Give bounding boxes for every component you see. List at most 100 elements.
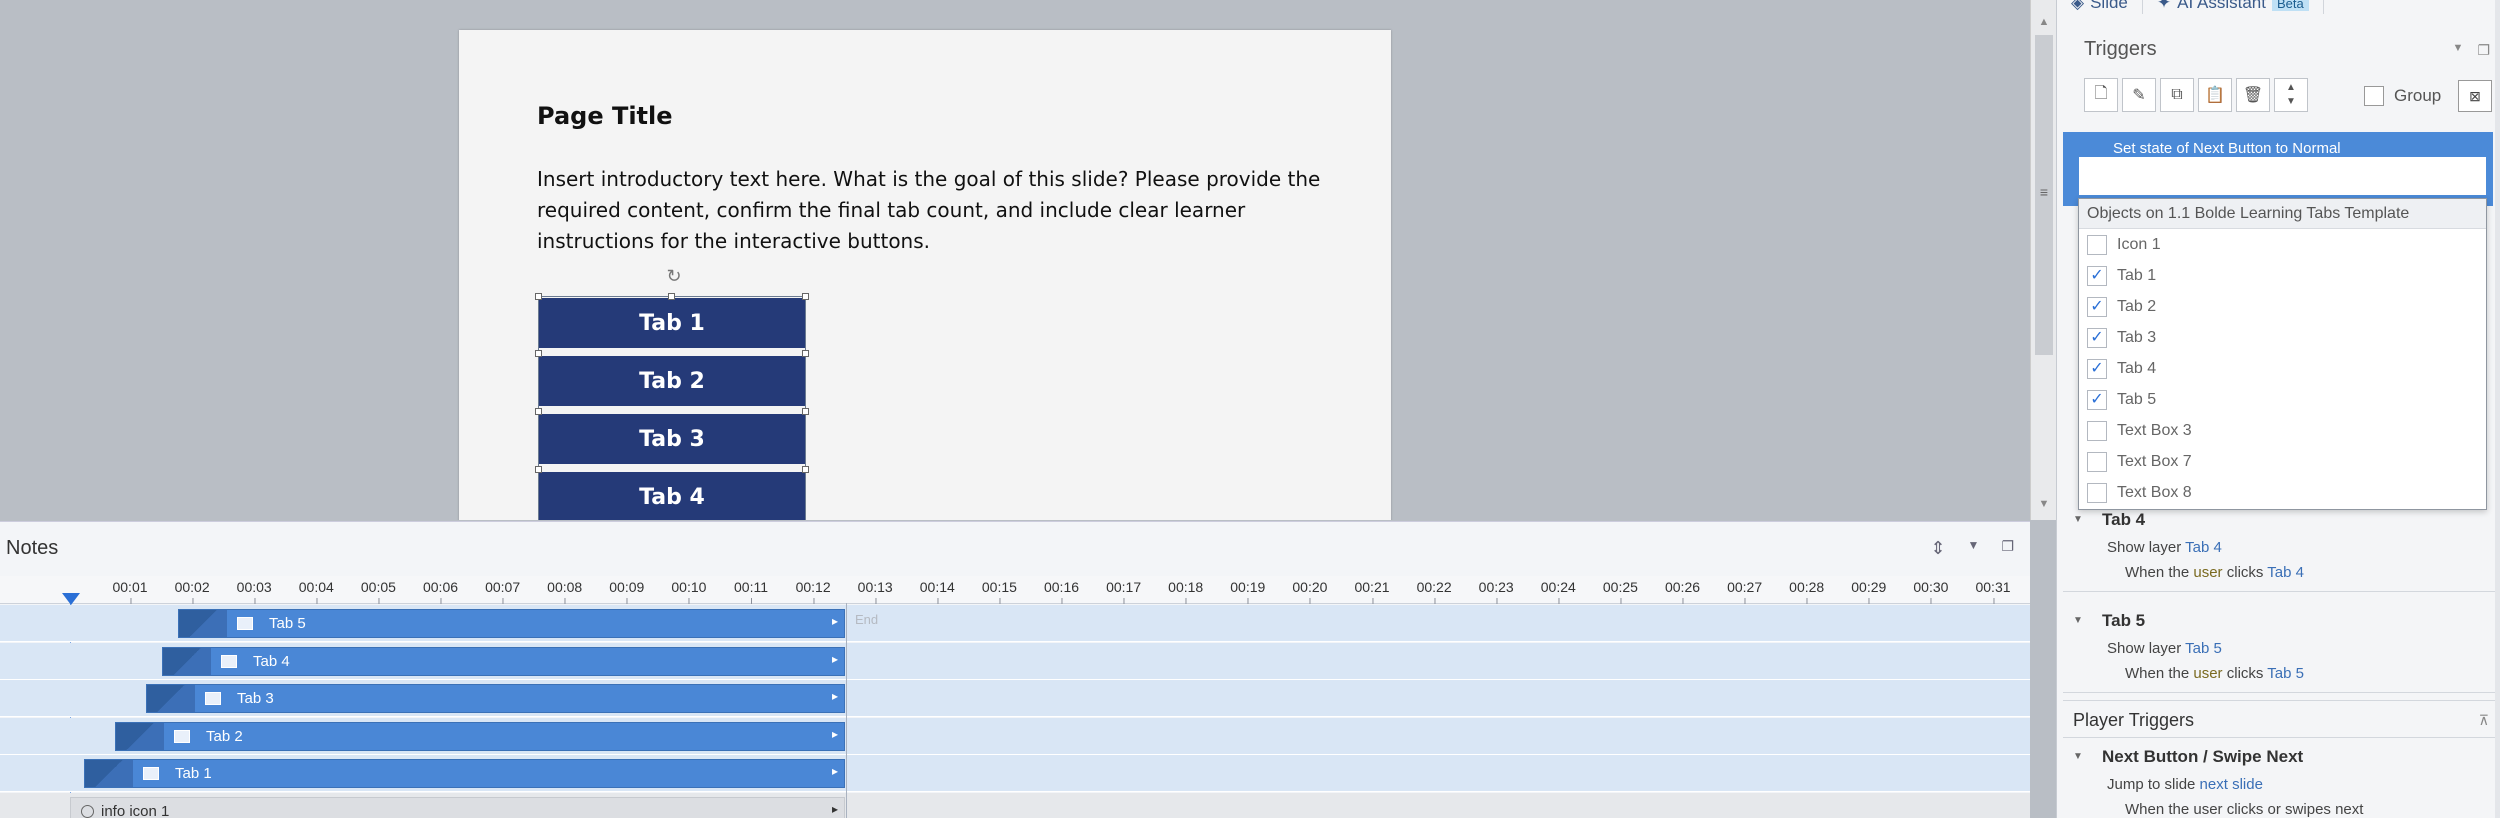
dropdown-item[interactable]: ✓ Tab 3 xyxy=(2079,322,2486,353)
next-section-head[interactable]: ▼ Next Button / Swipe Next xyxy=(2057,742,2500,772)
timeline-row[interactable]: Tab 4 ▸ xyxy=(0,642,2030,680)
timeline-row[interactable]: Tab 5 ▸ xyxy=(0,605,2030,642)
move-down-icon[interactable]: ▼ xyxy=(2286,95,2296,109)
timeline-bar[interactable]: info icon 1 ▸ xyxy=(70,796,845,818)
resize-handle[interactable] xyxy=(535,466,542,473)
dropdown-item[interactable]: Text Box 7 xyxy=(2079,446,2486,477)
timeline-row[interactable]: Tab 2 ▸ xyxy=(0,717,2030,755)
dropdown-item[interactable]: ✓ Tab 5 xyxy=(2079,384,2486,415)
trigger-who-link[interactable]: user xyxy=(2193,665,2222,682)
slide-canvas[interactable]: Page Title Insert introductory text here… xyxy=(459,30,1391,520)
chevron-down-icon[interactable]: ▼ xyxy=(2453,42,2464,59)
trigger-condition[interactable]: When the user clicks Tab 5 xyxy=(2057,661,2500,686)
bar-end-icon[interactable]: ▸ xyxy=(832,727,838,741)
panel-scrollbar[interactable] xyxy=(2495,0,2500,818)
trigger-condition[interactable]: When the user clicks Tab 4 xyxy=(2057,560,2500,585)
chevron-down-icon[interactable]: ▼ xyxy=(1968,538,1980,559)
copy-trigger-button[interactable]: ⧉ xyxy=(2160,78,2194,112)
bar-end-icon[interactable]: ▸ xyxy=(832,614,838,628)
next-trigger-action[interactable]: Jump to slide next slide xyxy=(2057,772,2500,797)
fade-in-icon[interactable] xyxy=(85,760,133,787)
timeline-ruler[interactable]: 00:01 00:02 00:03 00:04 00:05 00:06 00:07 00:08… xyxy=(0,576,2030,604)
tab-ai-assistant[interactable]: ✦ AI Assistant Beta xyxy=(2143,0,2324,14)
trigger-object-link[interactable]: Next Button xyxy=(2193,140,2271,157)
trigger-state-link[interactable]: Normal xyxy=(2292,140,2340,157)
dropdown-item[interactable]: ✓ Tab 2 xyxy=(2079,291,2486,322)
trigger-section-head[interactable]: ▼ Tab 5 xyxy=(2057,606,2500,636)
grip-icon[interactable]: ≡ xyxy=(2031,184,2057,200)
timeline-row[interactable]: info icon 1 ▸ xyxy=(0,792,2030,818)
tab-slide[interactable]: ◈ Slide xyxy=(2057,0,2143,14)
new-trigger-button[interactable]: 🗋 xyxy=(2084,78,2118,112)
object-select-input[interactable] xyxy=(2078,156,2487,196)
paste-trigger-button[interactable]: 📋 xyxy=(2198,78,2232,112)
resize-handle[interactable] xyxy=(668,293,675,300)
checkbox[interactable] xyxy=(2087,482,2107,503)
checkmark-icon[interactable]: ✓ xyxy=(2087,358,2107,379)
dropdown-item[interactable]: Icon 1 xyxy=(2079,229,2486,260)
playhead-icon[interactable] xyxy=(62,593,80,605)
bar-end-icon[interactable]: ▸ xyxy=(832,802,838,816)
maximize-icon[interactable]: ❐ xyxy=(2001,538,2014,559)
dropdown-item[interactable]: Text Box 3 xyxy=(2079,415,2486,446)
timeline-row[interactable]: Tab 3 ▸ xyxy=(0,680,2030,717)
checkmark-icon[interactable]: ✓ xyxy=(2087,389,2107,410)
scroll-down-icon[interactable]: ▼ xyxy=(2031,494,2057,514)
trigger-who-link[interactable]: user xyxy=(2193,564,2222,581)
caret-down-icon[interactable]: ▼ xyxy=(2073,742,2083,772)
dropdown-item[interactable]: Text Box 8 xyxy=(2079,477,2486,508)
trigger-cond-link[interactable]: Tab 4 xyxy=(2267,564,2304,581)
next-action-link[interactable]: next slide xyxy=(2200,776,2263,793)
fade-in-icon[interactable] xyxy=(163,647,211,675)
resize-handle[interactable] xyxy=(535,350,542,357)
checkmark-icon[interactable]: ✓ xyxy=(2087,327,2107,348)
trigger-action-link[interactable]: Tab 4 xyxy=(2185,539,2222,556)
fade-in-icon[interactable] xyxy=(179,610,227,637)
checkbox[interactable] xyxy=(2087,420,2107,441)
tab-button-4[interactable]: Tab 4 xyxy=(539,472,805,520)
notes-title[interactable]: Notes xyxy=(6,537,58,560)
slide-intro-text[interactable]: Insert introductory text here. What is t… xyxy=(537,164,1327,257)
dropdown-item[interactable]: ✓ Tab 1 xyxy=(2079,260,2486,291)
group-checkbox[interactable] xyxy=(2364,86,2384,106)
object-dropdown[interactable]: Objects on 1.1 Bolde Learning Tabs Templ… xyxy=(2078,198,2487,510)
trigger-action-link[interactable]: Tab 5 xyxy=(2185,640,2222,657)
timeline-bar[interactable]: Tab 4 ▸ xyxy=(162,646,845,676)
checkbox[interactable] xyxy=(2087,234,2107,255)
fade-in-icon[interactable] xyxy=(116,722,164,750)
scroll-up-icon[interactable]: ▲ xyxy=(2031,12,2057,32)
resize-handle[interactable] xyxy=(802,466,809,473)
caret-down-icon[interactable]: ▼ xyxy=(2073,606,2083,636)
maximize-icon[interactable]: ❐ xyxy=(2477,42,2490,59)
tab-button-3[interactable]: Tab 3 xyxy=(539,414,805,464)
tab-button-1[interactable]: Tab 1 xyxy=(539,298,805,348)
move-trigger-buttons[interactable]: ▲ ▼ xyxy=(2274,78,2308,112)
checkbox[interactable] xyxy=(2087,451,2107,472)
bar-end-icon[interactable]: ▸ xyxy=(832,764,838,778)
trigger-action[interactable]: Show layer Tab 5 xyxy=(2057,636,2500,661)
tab-button-2[interactable]: Tab 2 xyxy=(539,356,805,406)
timeline-bar[interactable]: Tab 5 ▸ xyxy=(178,609,845,638)
trigger-action[interactable]: Show layer Tab 4 xyxy=(2057,535,2500,560)
timeline-bar[interactable]: Tab 3 ▸ xyxy=(146,684,845,713)
fit-timeline-icon[interactable]: ⇕ xyxy=(1930,538,1945,559)
checkmark-icon[interactable]: ✓ xyxy=(2087,265,2107,286)
player-triggers-header[interactable]: Player Triggers ⊼ xyxy=(2063,700,2497,738)
variables-button[interactable]: ⊠ xyxy=(2458,80,2492,112)
collapse-icon[interactable]: ⊼ xyxy=(2479,701,2489,739)
checkmark-icon[interactable]: ✓ xyxy=(2087,296,2107,317)
timeline-bar[interactable]: Tab 1 ▸ xyxy=(84,759,845,788)
dropdown-item[interactable]: ✓ Tab 4 xyxy=(2079,353,2486,384)
resize-handle[interactable] xyxy=(535,293,542,300)
delete-trigger-button[interactable]: 🗑 xyxy=(2236,78,2270,112)
slide-title[interactable]: Page Title xyxy=(537,102,673,130)
resize-handle[interactable] xyxy=(802,350,809,357)
resize-handle[interactable] xyxy=(802,408,809,415)
bar-end-icon[interactable]: ▸ xyxy=(832,689,838,703)
timeline-end-line[interactable] xyxy=(846,603,847,818)
timeline-row[interactable]: Tab 1 ▸ xyxy=(0,755,2030,792)
rotate-icon[interactable]: ↻ xyxy=(664,266,684,286)
bar-end-icon[interactable]: ▸ xyxy=(832,652,838,666)
next-trigger-condition[interactable]: When the user clicks or swipes next xyxy=(2057,797,2500,818)
edit-trigger-button[interactable]: ✎ xyxy=(2122,78,2156,112)
